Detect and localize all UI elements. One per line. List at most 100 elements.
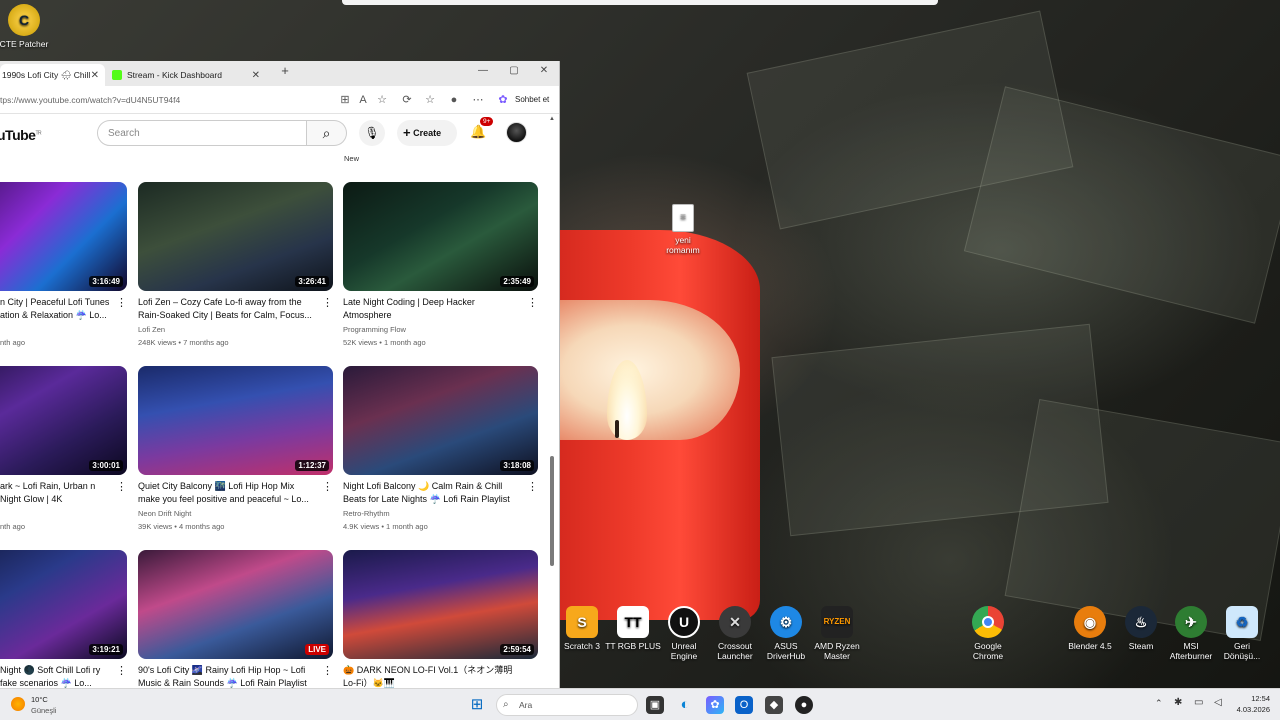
video-title[interactable]: Night 🌑 Soft Chill Lofi ry fake scenario… xyxy=(0,664,112,688)
video-title[interactable]: n City | Peaceful Lofi Tunes ation & Rel… xyxy=(0,296,112,322)
video-card[interactable]: 3:00:01 ark ~ Lofi Rain, Urban n Night G… xyxy=(0,366,127,546)
video-title[interactable]: 🎃 DARK NEON LO-FI Vol.1（ネオン薄明 Lo-Fi）🐱🎹 xyxy=(343,664,521,688)
windows-start-icon[interactable]: ⊞ xyxy=(468,696,486,714)
video-thumbnail[interactable]: 3:26:41 xyxy=(138,182,333,291)
app-available-icon[interactable]: ⊞ xyxy=(338,93,352,107)
video-channel[interactable]: Neon Drift Night xyxy=(138,509,191,518)
video-meta: 52K views • 1 month ago xyxy=(343,338,426,347)
search-button[interactable]: ⌕ xyxy=(307,120,347,146)
volume-icon[interactable]: ◁ xyxy=(1214,697,1222,708)
favorite-star-icon[interactable]: ☆ xyxy=(375,93,389,107)
more-options-icon[interactable]: ⋮ xyxy=(116,480,127,493)
more-options-icon[interactable]: ⋮ xyxy=(527,480,538,493)
more-options-icon[interactable]: ⋮ xyxy=(322,664,333,677)
new-tab-button[interactable]: + xyxy=(270,63,300,78)
asus-gear-icon: ⚙ xyxy=(770,606,802,638)
video-meta: nth ago xyxy=(0,522,26,531)
video-card[interactable]: 3:26:41 Lofi Zen – Cozy Cafe Lo-fi away … xyxy=(138,182,333,362)
video-thumbnail[interactable]: 3:18:08 xyxy=(343,366,538,475)
network-icon[interactable]: ▭ xyxy=(1194,697,1203,708)
profile-icon[interactable]: ● xyxy=(447,93,461,107)
video-card[interactable]: 3:19:21 Night 🌑 Soft Chill Lofi ry fake … xyxy=(0,550,127,688)
outlook-icon[interactable]: O xyxy=(735,696,753,714)
tab-youtube[interactable]: 1990s Lofi City 🌧 Chill L ✕ xyxy=(0,64,105,86)
avatar[interactable] xyxy=(506,122,527,143)
extensions-icon[interactable]: ⟳ xyxy=(400,93,414,107)
favorites-icon[interactable]: ☆ xyxy=(423,93,437,107)
more-options-icon[interactable]: ⋮ xyxy=(116,296,127,309)
video-thumbnail[interactable]: 3:00:01 xyxy=(0,366,127,475)
notification-badge: 9+ xyxy=(480,117,494,126)
video-card[interactable]: 1:12:37 Quiet City Balcony 🌃 Lofi Hip Ho… xyxy=(138,366,333,546)
url-field[interactable]: tps://www.youtube.com/watch?v=dU4N5UT94f… xyxy=(0,95,180,105)
desktop-icon-amd-ryzen[interactable]: RYZEN AMD Ryzen Master xyxy=(807,606,867,661)
task-view-icon[interactable]: ▣ xyxy=(646,696,664,714)
close-window-button[interactable]: ✕ xyxy=(529,65,559,76)
desktop-icon-file[interactable]: ≡ yeni romanım xyxy=(653,204,713,255)
more-menu-icon[interactable]: ⋯ xyxy=(471,93,485,107)
video-card[interactable]: 3:16:49 n City | Peaceful Lofi Tunes ati… xyxy=(0,182,127,362)
video-card[interactable]: 3:18:08 Night Lofi Balcony 🌙 Calm Rain &… xyxy=(343,366,538,546)
video-card[interactable]: LIVE 90's Lofi City 🌌 Rainy Lofi Hip Hop… xyxy=(138,550,333,688)
desktop-icon-recycle-bin[interactable]: ♻ Geri Dönüşü... xyxy=(1212,606,1272,661)
more-options-icon[interactable]: ⋮ xyxy=(322,480,333,493)
create-button[interactable]: + Create xyxy=(397,120,457,146)
video-title[interactable]: Night Lofi Balcony 🌙 Calm Rain & Chill B… xyxy=(343,480,521,506)
video-thumbnail[interactable]: 2:59:54 xyxy=(343,550,538,659)
weather-temperature[interactable]: 10°C xyxy=(31,695,48,704)
video-duration: 2:59:54 xyxy=(500,644,534,655)
weather-sun-icon[interactable] xyxy=(11,697,25,711)
desktop-icon-chrome[interactable]: Google Chrome xyxy=(958,606,1018,661)
more-options-icon[interactable]: ⋮ xyxy=(527,296,538,309)
minimize-button[interactable]: — xyxy=(468,65,498,76)
edge-browser-icon[interactable]: ◐ xyxy=(676,696,694,714)
video-thumbnail[interactable]: 1:12:37 xyxy=(138,366,333,475)
video-card[interactable]: 2:59:54 🎃 DARK NEON LO-FI Vol.1（ネオン薄明 Lo… xyxy=(343,550,538,688)
clock-date[interactable]: 4.03.2026 xyxy=(1226,705,1270,714)
video-thumbnail[interactable]: 3:19:21 xyxy=(0,550,127,659)
voice-search-button[interactable]: 🎙 xyxy=(359,120,385,146)
background-window-edge[interactable] xyxy=(342,0,938,5)
youtube-header: uTubeTR Search ⌕ 🎙 + Create 🔔 9+ xyxy=(0,114,550,162)
video-title[interactable]: Quiet City Balcony 🌃 Lofi Hip Hop Mix ma… xyxy=(138,480,316,506)
close-tab-icon[interactable]: ✕ xyxy=(252,70,260,81)
weather-description[interactable]: Güneşli xyxy=(31,706,56,715)
bluetooth-icon[interactable]: ✱ xyxy=(1174,697,1182,708)
video-thumbnail[interactable]: LIVE xyxy=(138,550,333,659)
video-thumbnail[interactable]: 3:16:49 xyxy=(0,182,127,291)
youtube-logo[interactable]: uTubeTR xyxy=(0,127,42,143)
search-input[interactable]: Search xyxy=(97,120,307,146)
maximize-button[interactable]: ▢ xyxy=(499,65,529,76)
scrollbar-thumb[interactable] xyxy=(550,456,554,566)
tab-kick-dashboard[interactable]: Stream - Kick Dashboard ✕ xyxy=(108,64,266,86)
video-channel[interactable]: Retro-Rhythm xyxy=(343,509,390,518)
close-tab-icon[interactable]: ✕ xyxy=(91,70,99,81)
show-hidden-icons-chevron-icon[interactable]: ⌃ xyxy=(1155,698,1163,709)
notifications-bell-icon[interactable]: 🔔 xyxy=(470,124,486,140)
clock-time[interactable]: 12:54 xyxy=(1238,694,1270,703)
video-card[interactable]: 2:35:49 Late Night Coding | Deep Hacker … xyxy=(343,182,538,362)
video-duration: 3:18:08 xyxy=(500,460,534,471)
video-duration: 3:19:21 xyxy=(89,644,123,655)
app-cube-icon[interactable]: ◆ xyxy=(765,696,783,714)
desktop-icon-cte-patcher[interactable]: C CTE Patcher xyxy=(0,4,54,49)
copilot-icon[interactable]: ✿ xyxy=(496,93,510,107)
video-title[interactable]: Late Night Coding | Deep Hacker Atmosphe… xyxy=(343,296,521,322)
more-options-icon[interactable]: ⋮ xyxy=(116,664,127,677)
copilot-button[interactable]: Sohbet et xyxy=(515,95,549,104)
video-title[interactable]: 90's Lofi City 🌌 Rainy Lofi Hip Hop ~ Lo… xyxy=(138,664,316,688)
video-thumbnail[interactable]: 2:35:49 xyxy=(343,182,538,291)
video-channel[interactable]: Programming Flow xyxy=(343,325,406,334)
read-aloud-icon[interactable]: A xyxy=(356,93,370,107)
scroll-up-arrow-icon[interactable]: ▲ xyxy=(549,116,555,122)
taskbar-search[interactable]: ⌕ Ara xyxy=(496,694,638,716)
video-title[interactable]: ark ~ Lofi Rain, Urban n Night Glow | 4K xyxy=(0,480,112,506)
wallpaper-banknote xyxy=(963,86,1280,324)
video-channel[interactable]: Lofi Zen xyxy=(138,325,165,334)
video-title[interactable]: Lofi Zen – Cozy Cafe Lo-fi away from the… xyxy=(138,296,316,322)
create-label: Create xyxy=(413,128,442,138)
obs-icon[interactable]: ● xyxy=(795,696,813,714)
more-options-icon[interactable]: ⋮ xyxy=(322,296,333,309)
copilot-app-icon[interactable]: ✿ xyxy=(706,696,724,714)
wallpaper-candle-wick xyxy=(615,420,619,438)
